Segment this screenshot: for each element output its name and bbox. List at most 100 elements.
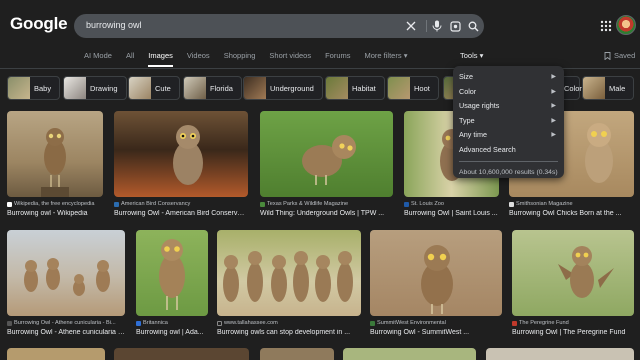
tab-images[interactable]: Images bbox=[148, 51, 173, 67]
favicon-icon bbox=[370, 320, 375, 326]
image-result-partial[interactable] bbox=[486, 348, 634, 360]
owl-image bbox=[558, 246, 614, 298]
owl-image bbox=[421, 245, 453, 314]
chip-underground[interactable]: Underground bbox=[243, 76, 323, 100]
image-result[interactable]: The Peregrine Fund Burrowing Owl | The P… bbox=[512, 230, 634, 340]
tab-all[interactable]: All bbox=[126, 51, 134, 65]
tab-forums[interactable]: Forums bbox=[325, 51, 350, 65]
owl-image bbox=[159, 239, 185, 310]
chip-male[interactable]: Male bbox=[582, 76, 635, 100]
image-result[interactable]: Burrowing Owl - Athene cunicularia - Bi.… bbox=[7, 230, 125, 340]
result-title[interactable]: Burrowing owl - Wikipedia bbox=[7, 210, 103, 217]
tools-dropdown-menu: Size ▶ Color ▶ Usage rights ▶ Type ▶ Any tim… bbox=[453, 66, 564, 178]
search-input[interactable]: burrowing owl bbox=[86, 20, 142, 30]
menu-item-size[interactable]: Size ▶ bbox=[453, 70, 564, 85]
image-result-partial[interactable] bbox=[343, 348, 476, 360]
result-thumbnail[interactable] bbox=[370, 230, 502, 316]
chip-cute[interactable]: Cute bbox=[128, 76, 180, 100]
apps-grid-icon[interactable] bbox=[600, 19, 612, 32]
result-title[interactable]: Burrowing Owl - American Bird Conservan.… bbox=[114, 210, 248, 217]
image-result-partial[interactable] bbox=[7, 348, 105, 360]
menu-item-label: Usage rights bbox=[459, 101, 500, 110]
saved-button[interactable]: Saved bbox=[604, 51, 635, 60]
account-avatar[interactable] bbox=[616, 15, 636, 35]
result-title[interactable]: Burrowing Owl Chicks Born at the ... bbox=[509, 210, 634, 217]
image-result[interactable]: American Bird Conservancy Burrowing Owl … bbox=[114, 111, 248, 221]
chip-label: Florida bbox=[210, 83, 233, 93]
result-source[interactable]: www.tallahassee.com bbox=[217, 320, 278, 326]
chip-drawing[interactable]: Drawing bbox=[63, 76, 127, 100]
owl-image bbox=[302, 135, 356, 185]
header: Google burrowing owl bbox=[0, 0, 640, 46]
chip-thumbnail bbox=[129, 77, 151, 99]
image-result[interactable]: SummitWest Environmental Burrowing Owl -… bbox=[370, 230, 502, 340]
search-divider bbox=[426, 20, 427, 32]
tab-short-videos[interactable]: Short videos bbox=[269, 51, 311, 65]
chip-label: Male bbox=[609, 83, 626, 93]
result-title[interactable]: Burrowing Owl | Saint Louis ... bbox=[404, 210, 499, 217]
result-thumbnail[interactable] bbox=[260, 111, 393, 197]
result-title[interactable]: Burrowing owls can stop development in .… bbox=[217, 329, 361, 336]
result-source[interactable]: SummitWest Environmental bbox=[370, 320, 446, 326]
image-result[interactable]: Wikipedia, the free encyclopedia Burrowi… bbox=[7, 111, 103, 221]
menu-item-color[interactable]: Color ▶ bbox=[453, 85, 564, 100]
chip-label: Hoot bbox=[414, 83, 430, 93]
google-logo[interactable]: Google bbox=[10, 14, 68, 34]
clear-icon[interactable] bbox=[404, 19, 418, 33]
result-thumbnail[interactable] bbox=[7, 111, 103, 197]
result-source[interactable]: Smithsonian Magazine bbox=[509, 201, 573, 207]
result-title[interactable]: Wild Thing: Underground Owls | TPW ... bbox=[260, 210, 393, 217]
menu-item-label: Color bbox=[459, 86, 477, 96]
tab-shopping[interactable]: Shopping bbox=[224, 51, 256, 65]
result-thumbnail[interactable] bbox=[136, 230, 208, 316]
result-thumbnail[interactable] bbox=[217, 230, 361, 316]
result-thumbnail[interactable] bbox=[512, 230, 634, 316]
image-result-partial[interactable] bbox=[260, 348, 334, 360]
image-result[interactable]: Texas Parks & Wildlife Magazine Wild Thi… bbox=[260, 111, 393, 221]
chip-hoot[interactable]: Hoot bbox=[387, 76, 439, 100]
tab-more-filters[interactable]: More filters ▾ bbox=[365, 51, 408, 65]
tools-button[interactable]: Tools ▾ bbox=[460, 51, 483, 60]
image-result-partial[interactable] bbox=[114, 348, 249, 360]
tab-ai-mode[interactable]: AI Mode bbox=[84, 51, 112, 65]
chip-florida[interactable]: Florida bbox=[183, 76, 242, 100]
result-source[interactable]: The Peregrine Fund bbox=[512, 320, 569, 326]
result-source[interactable]: Britannica bbox=[136, 320, 168, 326]
camera-lens-icon[interactable] bbox=[448, 19, 462, 33]
result-source[interactable]: Wikipedia, the free encyclopedia bbox=[7, 201, 95, 207]
chip-thumbnail bbox=[583, 77, 605, 99]
result-title[interactable]: Burrowing owl | Ada... bbox=[136, 329, 208, 336]
result-source[interactable]: St. Louis Zoo bbox=[404, 201, 444, 207]
menu-item-type[interactable]: Type ▶ bbox=[453, 114, 564, 129]
image-result[interactable]: Britannica Burrowing owl | Ada... bbox=[136, 230, 208, 340]
tab-videos[interactable]: Videos bbox=[187, 51, 210, 65]
chip-label: Habitat bbox=[352, 83, 376, 93]
chip-thumbnail bbox=[184, 77, 206, 99]
saved-label: Saved bbox=[614, 51, 636, 60]
result-thumbnail[interactable] bbox=[114, 111, 248, 197]
result-thumbnail[interactable] bbox=[7, 230, 125, 316]
results-count: About 10,600,000 results (0.34s) bbox=[459, 169, 558, 176]
search-icon[interactable] bbox=[466, 19, 480, 33]
result-source[interactable]: Burrowing Owl - Athene cunicularia - Bi.… bbox=[7, 320, 116, 326]
result-title[interactable]: Burrowing Owl - Athene cunicularia - Bi.… bbox=[7, 329, 125, 336]
menu-item-usage-rights[interactable]: Usage rights ▶ bbox=[453, 99, 564, 114]
result-source[interactable]: Texas Parks & Wildlife Magazine bbox=[260, 201, 348, 207]
image-result[interactable]: www.tallahassee.com Burrowing owls can s… bbox=[217, 230, 361, 340]
chip-baby[interactable]: Baby bbox=[7, 76, 61, 100]
chip-thumbnail bbox=[388, 77, 410, 99]
menu-item-label: Any time bbox=[459, 130, 487, 139]
menu-divider bbox=[459, 161, 558, 162]
search-box[interactable]: burrowing owl bbox=[74, 14, 484, 38]
menu-item-any-time[interactable]: Any time ▶ bbox=[453, 128, 564, 143]
mic-icon[interactable] bbox=[430, 19, 444, 33]
favicon-icon bbox=[404, 201, 409, 207]
menu-item-advanced-search[interactable]: Advanced Search bbox=[453, 143, 564, 158]
result-source[interactable]: American Bird Conservancy bbox=[114, 201, 190, 207]
chip-thumbnail bbox=[8, 77, 30, 99]
owl-image bbox=[41, 128, 69, 197]
chip-habitat[interactable]: Habitat bbox=[325, 76, 385, 100]
result-title[interactable]: Burrowing Owl - SummitWest ... bbox=[370, 329, 502, 336]
result-title[interactable]: Burrowing Owl | The Peregrine Fund bbox=[512, 329, 634, 336]
caret-right-icon: ▶ bbox=[551, 88, 556, 95]
